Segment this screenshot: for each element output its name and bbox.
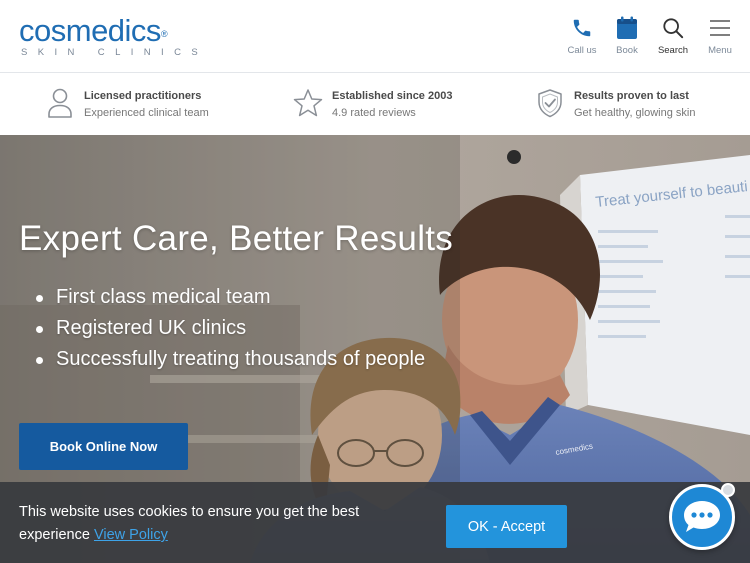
hero-title: Expert Care, Better Results xyxy=(19,219,454,258)
book-online-button[interactable]: Book Online Now xyxy=(19,423,188,470)
person-icon xyxy=(45,87,75,119)
cookie-message: This website uses cookies to ensure you … xyxy=(19,501,399,547)
chat-status-dot xyxy=(721,483,735,497)
calendar-icon xyxy=(603,14,651,42)
nav-search[interactable]: Search xyxy=(649,14,697,56)
phone-icon xyxy=(558,14,606,42)
shield-check-icon xyxy=(535,87,565,119)
star-icon xyxy=(293,87,323,119)
view-policy-link[interactable]: View Policy xyxy=(94,527,168,543)
hero-bullet: Registered UK clinics xyxy=(36,317,425,348)
trust-subtitle: 4.9 rated reviews xyxy=(332,107,416,119)
logo-wordmark: cosmedics xyxy=(19,13,161,48)
nav-label: Menu xyxy=(708,45,732,56)
trust-title: Established since 2003 xyxy=(332,90,453,102)
cookie-text: This website uses cookies to ensure you … xyxy=(19,504,360,543)
trust-item-results: Results proven to last Get healthy, glow… xyxy=(535,87,695,119)
menu-icon xyxy=(696,14,744,42)
accept-cookies-button[interactable]: OK - Accept xyxy=(446,505,567,548)
logo-registered-mark: ® xyxy=(160,29,168,39)
trust-item-licensed: Licensed practitioners Experienced clini… xyxy=(45,87,209,119)
site-header: cosmedics® SKIN CLINICS Call us Book Sea… xyxy=(0,0,750,73)
logo-tagline: SKIN CLINICS xyxy=(21,47,209,58)
trust-bar: Licensed practitioners Experienced clini… xyxy=(0,74,750,135)
trust-title: Results proven to last xyxy=(574,90,689,102)
nav-call-us[interactable]: Call us xyxy=(558,14,606,56)
trust-title: Licensed practitioners xyxy=(84,90,202,102)
hero-bullet: First class medical team xyxy=(36,286,425,317)
nav-menu[interactable]: Menu xyxy=(696,14,744,56)
trust-subtitle: Experienced clinical team xyxy=(84,107,209,119)
trust-subtitle: Get healthy, glowing skin xyxy=(574,107,696,119)
cookie-banner: This website uses cookies to ensure you … xyxy=(0,482,750,563)
nav-book[interactable]: Book xyxy=(603,14,651,56)
chat-bubble-icon xyxy=(684,501,720,532)
search-icon xyxy=(649,14,697,42)
hero-bullet-list: First class medical team Registered UK c… xyxy=(36,286,425,379)
hero-bullet: Successfully treating thousands of peopl… xyxy=(36,348,425,379)
nav-label: Call us xyxy=(567,45,597,56)
site-logo[interactable]: cosmedics® SKIN CLINICS xyxy=(19,13,209,58)
nav-label: Search xyxy=(657,45,689,56)
nav-label: Book xyxy=(616,45,638,56)
trust-item-established: Established since 2003 4.9 rated reviews xyxy=(293,87,452,119)
